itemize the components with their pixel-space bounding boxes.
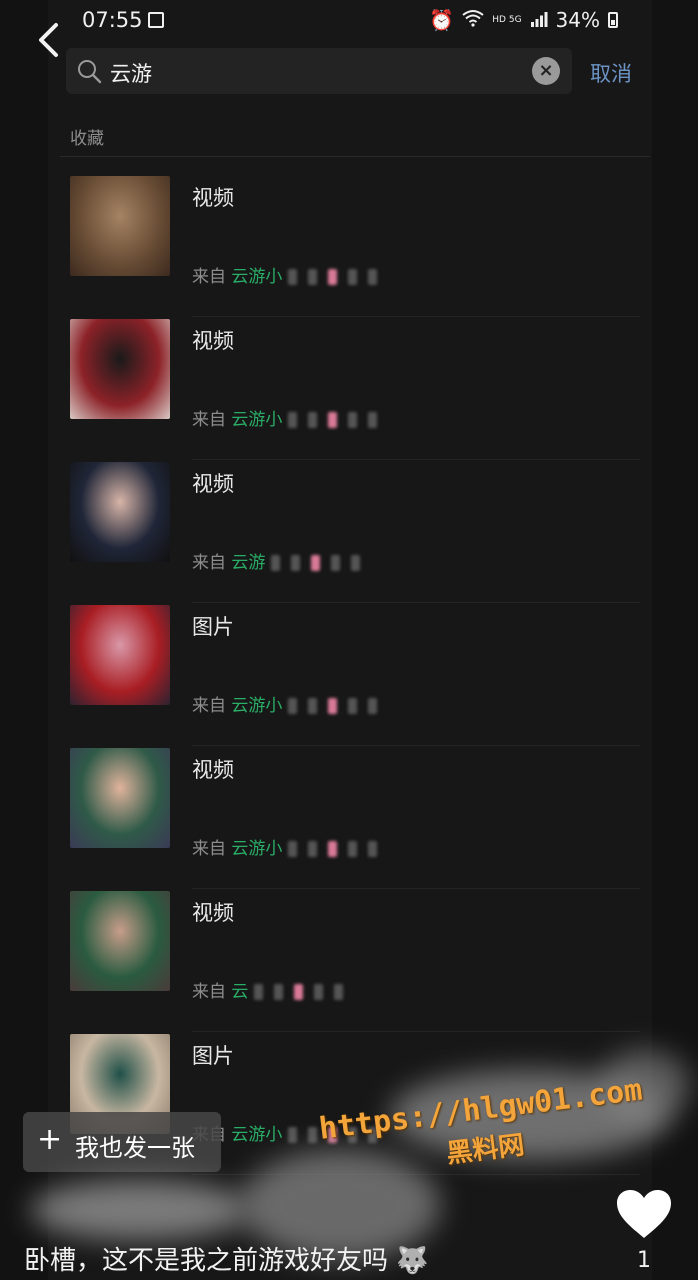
thumbnail-image xyxy=(70,891,170,991)
wifi-icon xyxy=(462,8,484,32)
battery-icon xyxy=(608,12,618,28)
clear-search-button[interactable]: × xyxy=(532,57,560,85)
thumbnail-image xyxy=(70,176,170,276)
source-highlight: 云游小 xyxy=(231,410,283,430)
divider xyxy=(192,459,640,460)
list-item[interactable]: 视频来自 云游小 xyxy=(70,176,640,317)
source-highlight: 云 xyxy=(231,982,249,1002)
item-source: 来自 云游小 xyxy=(192,262,388,287)
like-count: 1 xyxy=(637,1248,651,1273)
item-type-label: 图片 xyxy=(192,615,234,639)
source-highlight: 云游小 xyxy=(231,696,283,716)
thumbnail-image xyxy=(70,319,170,419)
item-source: 来自 云游小 xyxy=(192,834,388,859)
thumbnail-image xyxy=(70,605,170,705)
heart-icon xyxy=(617,1190,671,1238)
source-prefix: 来自 xyxy=(192,267,226,287)
status-bar: 07:55 ⏰ HD 5G 34% xyxy=(48,0,652,40)
censor-blur xyxy=(30,1180,250,1240)
censored-name xyxy=(288,410,388,430)
thumbnail-image xyxy=(70,748,170,848)
thumbnail-image xyxy=(70,462,170,562)
censored-name xyxy=(271,553,371,573)
list-item[interactable]: 视频来自 云游小 xyxy=(70,748,640,889)
search-icon xyxy=(76,58,102,88)
item-source: 来自 云游 xyxy=(192,548,371,573)
source-prefix: 来自 xyxy=(192,982,226,1002)
divider xyxy=(192,602,640,603)
censored-name xyxy=(288,267,388,287)
signal-icon xyxy=(530,8,548,32)
censored-name xyxy=(254,982,354,1002)
source-prefix: 来自 xyxy=(192,553,226,573)
section-label-favorites: 收藏 xyxy=(70,129,104,149)
list-item[interactable]: 图片来自 云游小 xyxy=(70,605,640,746)
post-also-label: 我也发一张 xyxy=(75,1134,195,1162)
source-prefix: 来自 xyxy=(192,696,226,716)
censored-name xyxy=(288,839,388,859)
item-type-label: 图片 xyxy=(192,1044,234,1068)
alarm-icon: ⏰ xyxy=(429,8,455,32)
back-button[interactable] xyxy=(34,22,64,58)
post-caption: 卧槽，这不是我之前游戏好友吗 🐺 xyxy=(24,1240,429,1277)
source-highlight: 云游小 xyxy=(231,839,283,859)
item-type-label: 视频 xyxy=(192,758,234,782)
item-source: 来自 云 xyxy=(192,977,354,1002)
source-prefix: 来自 xyxy=(192,410,226,430)
list-item[interactable]: 视频来自 云 xyxy=(70,891,640,1032)
post-caption-text: 卧槽，这不是我之前游戏好友吗 xyxy=(24,1246,389,1276)
item-source: 来自 云游小 xyxy=(192,405,388,430)
source-prefix: 来自 xyxy=(192,839,226,859)
list-item[interactable]: 视频来自 云游 xyxy=(70,462,640,603)
network-type: HD 5G xyxy=(492,15,522,25)
battery-level: 34% xyxy=(555,8,600,32)
dog-emoji-icon: 🐺 xyxy=(396,1246,429,1276)
divider xyxy=(192,316,640,317)
divider xyxy=(192,888,640,889)
search-input[interactable]: 云游 × xyxy=(66,48,572,94)
item-type-label: 视频 xyxy=(192,901,234,925)
search-query: 云游 xyxy=(110,62,152,86)
item-source: 来自 云游小 xyxy=(192,691,388,716)
notification-check-icon xyxy=(148,12,164,28)
list-item[interactable]: 视频来自 云游小 xyxy=(70,319,640,460)
close-icon: × xyxy=(538,60,554,81)
post-also-button[interactable]: + 我也发一张 xyxy=(23,1112,221,1172)
chevron-left-icon xyxy=(39,23,58,57)
status-time: 07:55 xyxy=(82,8,143,32)
divider xyxy=(60,156,650,157)
item-type-label: 视频 xyxy=(192,186,234,210)
cancel-button[interactable]: 取消 xyxy=(590,58,632,88)
like-button[interactable]: 1 xyxy=(614,1188,674,1273)
source-highlight: 云游小 xyxy=(231,1125,283,1145)
plus-icon: + xyxy=(37,1122,63,1157)
censored-name xyxy=(288,696,388,716)
item-type-label: 视频 xyxy=(192,472,234,496)
status-icons: ⏰ HD 5G 34% xyxy=(429,8,618,32)
source-highlight: 云游小 xyxy=(231,267,283,287)
item-type-label: 视频 xyxy=(192,329,234,353)
divider xyxy=(192,745,640,746)
source-highlight: 云游 xyxy=(231,553,266,573)
divider xyxy=(192,1031,640,1032)
